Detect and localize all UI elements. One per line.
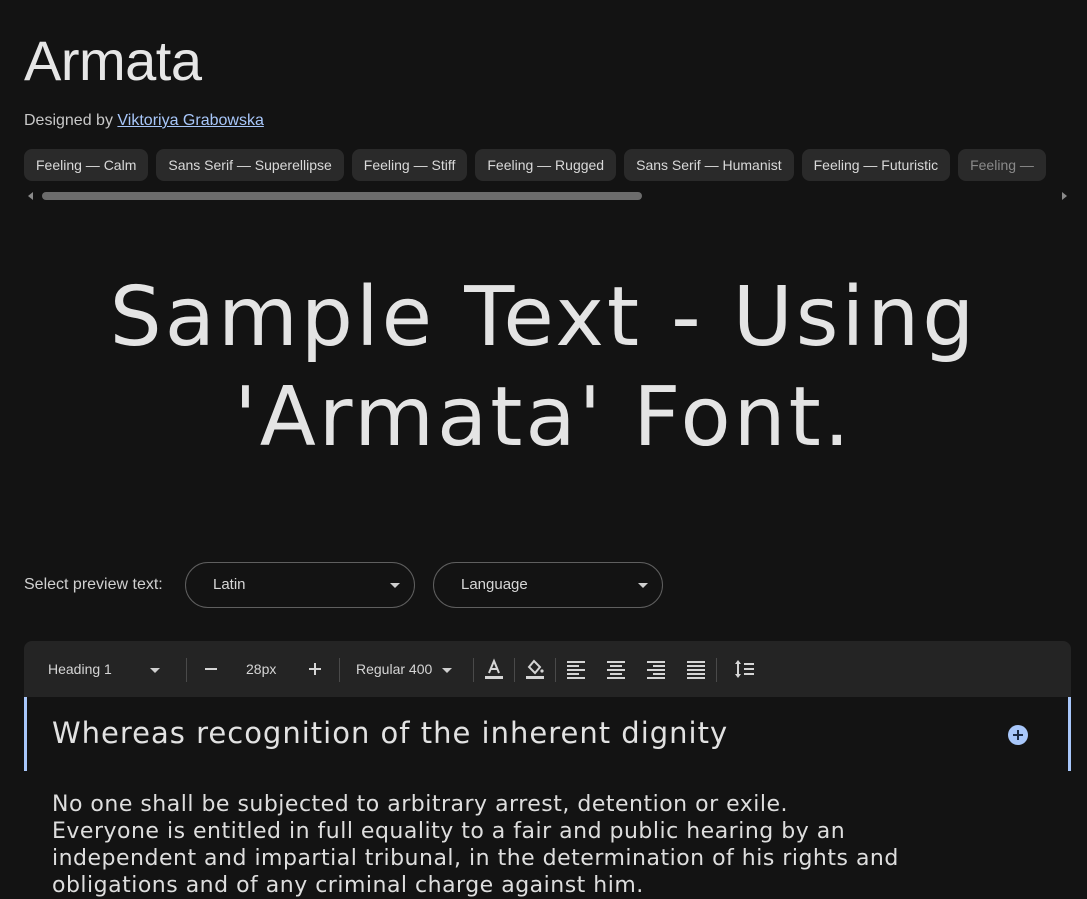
designed-by-label: Designed by — [24, 112, 113, 129]
scroll-right-icon[interactable] — [1062, 192, 1067, 200]
minus-icon[interactable] — [199, 657, 223, 681]
editor-toolbar: Heading 1 28px Regular 400 — [24, 641, 1071, 697]
tag-chip[interactable]: Sans Serif — Superellipse — [156, 149, 344, 181]
designer-link[interactable]: Viktoriya Grabowska — [117, 112, 263, 129]
tag-chip[interactable]: Sans Serif — Humanist — [624, 149, 794, 181]
font-title: Armata — [24, 29, 202, 92]
weight-select-value: Regular 400 — [356, 661, 433, 677]
chevron-down-icon — [149, 667, 160, 673]
tag-chip[interactable]: Feeling — — [958, 149, 1046, 181]
script-select[interactable]: Latin — [185, 562, 415, 608]
toolbar-divider — [514, 658, 515, 682]
chevron-down-icon — [390, 583, 400, 588]
add-circle-icon[interactable] — [1008, 725, 1028, 745]
toolbar-divider — [473, 658, 474, 682]
plus-icon[interactable] — [303, 657, 327, 681]
language-select[interactable]: Language — [433, 562, 663, 608]
tag-chip[interactable]: Feeling — Futuristic — [801, 149, 951, 181]
align-left-icon[interactable] — [564, 657, 588, 681]
align-center-icon[interactable] — [604, 657, 628, 681]
align-justify-icon[interactable] — [684, 657, 708, 681]
tag-chip[interactable]: Feeling — Calm — [24, 149, 149, 181]
style-select-value: Heading 1 — [48, 661, 112, 677]
script-select-value: Latin — [213, 576, 246, 593]
editor-heading-block[interactable]: Whereas recognition of the inherent dign… — [24, 697, 1071, 771]
paragraph-line: No one shall be subjected to arbitrary a… — [52, 792, 789, 817]
align-right-icon[interactable] — [644, 657, 668, 681]
editor-paragraph[interactable]: No one shall be subjected to arbitrary a… — [52, 791, 952, 899]
toolbar-divider — [339, 658, 340, 682]
tag-list: Feeling — Calm Sans Serif — Superellipse F… — [24, 149, 1087, 181]
line-height-icon[interactable] — [733, 657, 757, 681]
designer-line: Designed by Viktoriya Grabowska — [24, 110, 264, 132]
weight-select[interactable]: Regular 400 — [356, 641, 453, 697]
toolbar-divider — [716, 658, 717, 682]
preview-label: Select preview text: — [24, 576, 163, 593]
text-color-icon[interactable] — [482, 657, 506, 681]
highlight-icon[interactable] — [523, 657, 547, 681]
scroll-left-icon[interactable] — [28, 192, 33, 200]
chevron-down-icon — [442, 667, 453, 673]
paragraph-line: Everyone is entitled in full equality to… — [52, 819, 899, 898]
sample-line-2: 'Armata' Font. — [234, 370, 853, 465]
style-select[interactable]: Heading 1 — [48, 641, 168, 697]
language-select-value: Language — [461, 576, 528, 593]
editor-heading-text[interactable]: Whereas recognition of the inherent dign… — [52, 714, 728, 752]
tag-chip[interactable]: Feeling — Stiff — [351, 149, 468, 181]
sample-line-1: Sample Text - Using — [109, 270, 978, 365]
toolbar-divider — [555, 658, 556, 682]
scrollbar-thumb[interactable] — [42, 192, 642, 200]
tag-chip[interactable]: Feeling — Rugged — [475, 149, 617, 181]
chevron-down-icon — [638, 583, 648, 588]
toolbar-divider — [186, 658, 187, 682]
tags-scrollbar[interactable] — [24, 189, 1071, 203]
font-size-value[interactable]: 28px — [246, 641, 276, 697]
sample-text: Sample Text - Using 'Armata' Font. — [0, 268, 1087, 468]
